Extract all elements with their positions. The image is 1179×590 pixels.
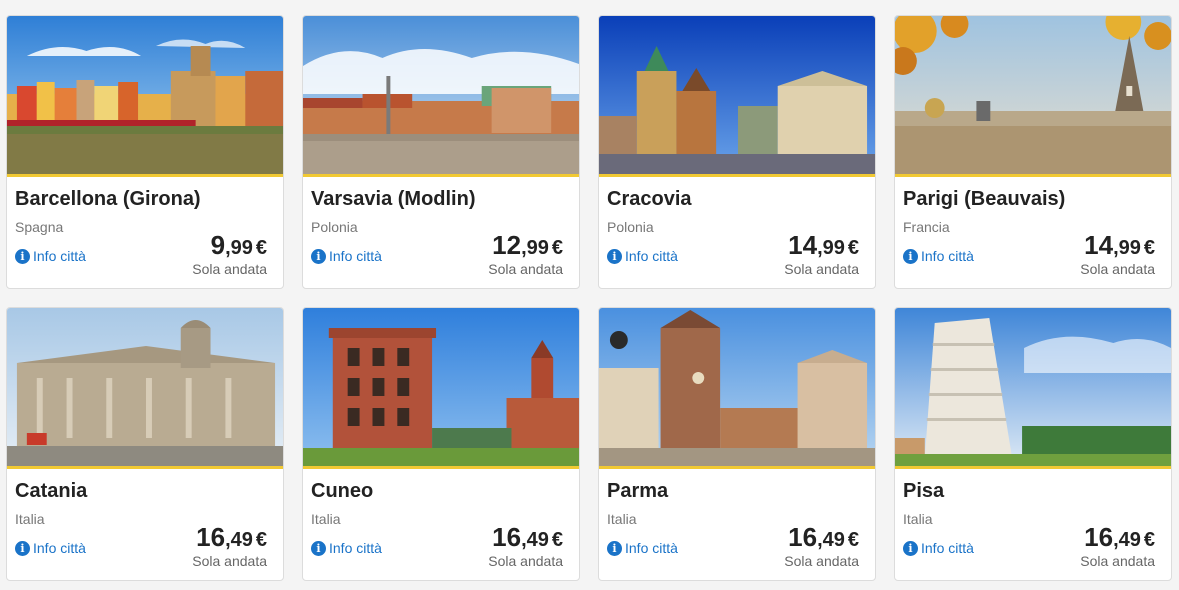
price-currency: €	[551, 237, 563, 259]
destination-photo[interactable]	[7, 16, 283, 177]
price-decimal: ,49	[225, 529, 253, 551]
info-icon: i	[903, 248, 918, 264]
price: 16,49 €	[788, 522, 859, 553]
price-integer: 16	[788, 522, 818, 552]
destination-card-varsavia[interactable]: Varsavia (Modlin) Polonia i Info città 1…	[302, 15, 580, 289]
price: 16,49 €	[196, 522, 267, 553]
info-icon: i	[903, 540, 918, 556]
price-currency: €	[255, 529, 267, 551]
price-decimal: ,99	[225, 237, 253, 259]
price-integer: 9	[210, 230, 226, 260]
destination-card-cracovia[interactable]: Cracovia Polonia i Info città 14,99 € Sol…	[598, 15, 876, 289]
city-name: Catania	[15, 480, 88, 502]
city-name: Barcellona (Girona)	[15, 188, 201, 210]
destination-photo[interactable]	[303, 16, 579, 177]
info-icon: i	[15, 540, 30, 556]
country-name: Italia	[903, 511, 933, 527]
price-integer: 14	[1084, 230, 1114, 260]
info-city-label: Info città	[33, 540, 86, 556]
destination-grid: Barcellona (Girona) Spagna i Info città …	[0, 0, 1179, 590]
destination-photo[interactable]	[895, 308, 1171, 469]
info-city-link[interactable]: i Info città	[15, 248, 86, 264]
info-city-label: Info città	[329, 540, 382, 556]
price-currency: €	[551, 529, 563, 551]
destination-card-cuneo[interactable]: Cuneo Italia i Info città 16,49 € Sola an…	[302, 307, 580, 581]
price: 16,49 €	[1084, 522, 1155, 553]
destination-photo[interactable]	[599, 308, 875, 469]
info-city-label: Info città	[921, 540, 974, 556]
price-decimal: ,49	[1113, 529, 1141, 551]
trip-type: Sola andata	[488, 553, 563, 569]
info-city-link[interactable]: i Info città	[903, 540, 974, 556]
info-city-label: Info città	[625, 540, 678, 556]
destination-card-parigi[interactable]: Parigi (Beauvais) Francia i Info città 1…	[894, 15, 1172, 289]
trip-type: Sola andata	[192, 261, 267, 277]
country-name: Italia	[15, 511, 45, 527]
info-city-link[interactable]: i Info città	[903, 248, 974, 264]
price-currency: €	[1143, 529, 1155, 551]
info-city-label: Info città	[329, 248, 382, 264]
price-integer: 16	[196, 522, 226, 552]
city-name: Pisa	[903, 480, 945, 502]
destination-photo[interactable]	[7, 308, 283, 469]
destination-photo[interactable]	[303, 308, 579, 469]
info-icon: i	[607, 248, 622, 264]
info-city-label: Info città	[33, 248, 86, 264]
info-icon: i	[311, 540, 326, 556]
price-currency: €	[847, 529, 859, 551]
destination-card-pisa[interactable]: Pisa Italia i Info città 16,49 € Sola and…	[894, 307, 1172, 581]
price: 14,99 €	[788, 230, 859, 261]
trip-type: Sola andata	[1080, 553, 1155, 569]
info-city-link[interactable]: i Info città	[311, 540, 382, 556]
price-decimal: ,99	[521, 237, 549, 259]
destination-card-barcellona[interactable]: Barcellona (Girona) Spagna i Info città …	[6, 15, 284, 289]
price: 14,99 €	[1084, 230, 1155, 261]
price-integer: 12	[492, 230, 522, 260]
price-decimal: ,49	[817, 529, 845, 551]
country-name: Italia	[607, 511, 637, 527]
trip-type: Sola andata	[784, 261, 859, 277]
country-name: Francia	[903, 219, 950, 235]
trip-type: Sola andata	[488, 261, 563, 277]
price-decimal: ,49	[521, 529, 549, 551]
info-icon: i	[15, 248, 30, 264]
destination-card-parma[interactable]: Parma Italia i Info città 16,49 € Sola an…	[598, 307, 876, 581]
info-city-link[interactable]: i Info città	[15, 540, 86, 556]
price-integer: 16	[492, 522, 522, 552]
info-city-link[interactable]: i Info città	[311, 248, 382, 264]
price: 12,99 €	[492, 230, 563, 261]
city-name: Cracovia	[607, 188, 692, 210]
price: 16,49 €	[492, 522, 563, 553]
price-decimal: ,99	[817, 237, 845, 259]
info-icon: i	[311, 248, 326, 264]
city-name: Cuneo	[311, 480, 374, 502]
price: 9,99 €	[211, 230, 267, 261]
country-name: Polonia	[607, 219, 654, 235]
city-name: Varsavia (Modlin)	[311, 188, 476, 210]
info-city-link[interactable]: i Info città	[607, 248, 678, 264]
destination-photo[interactable]	[895, 16, 1171, 177]
price-integer: 14	[788, 230, 818, 260]
trip-type: Sola andata	[784, 553, 859, 569]
price-decimal: ,99	[1113, 237, 1141, 259]
info-city-label: Info città	[921, 248, 974, 264]
info-city-link[interactable]: i Info città	[607, 540, 678, 556]
info-city-label: Info città	[625, 248, 678, 264]
city-name: Parma	[607, 480, 669, 502]
info-icon: i	[607, 540, 622, 556]
price-currency: €	[1143, 237, 1155, 259]
country-name: Italia	[311, 511, 341, 527]
city-name: Parigi (Beauvais)	[903, 188, 1066, 210]
country-name: Polonia	[311, 219, 358, 235]
trip-type: Sola andata	[1080, 261, 1155, 277]
price-currency: €	[255, 237, 267, 259]
trip-type: Sola andata	[192, 553, 267, 569]
destination-card-catania[interactable]: Catania Italia i Info città 16,49 € Sola …	[6, 307, 284, 581]
price-integer: 16	[1084, 522, 1114, 552]
country-name: Spagna	[15, 219, 64, 235]
price-currency: €	[847, 237, 859, 259]
destination-photo[interactable]	[599, 16, 875, 177]
